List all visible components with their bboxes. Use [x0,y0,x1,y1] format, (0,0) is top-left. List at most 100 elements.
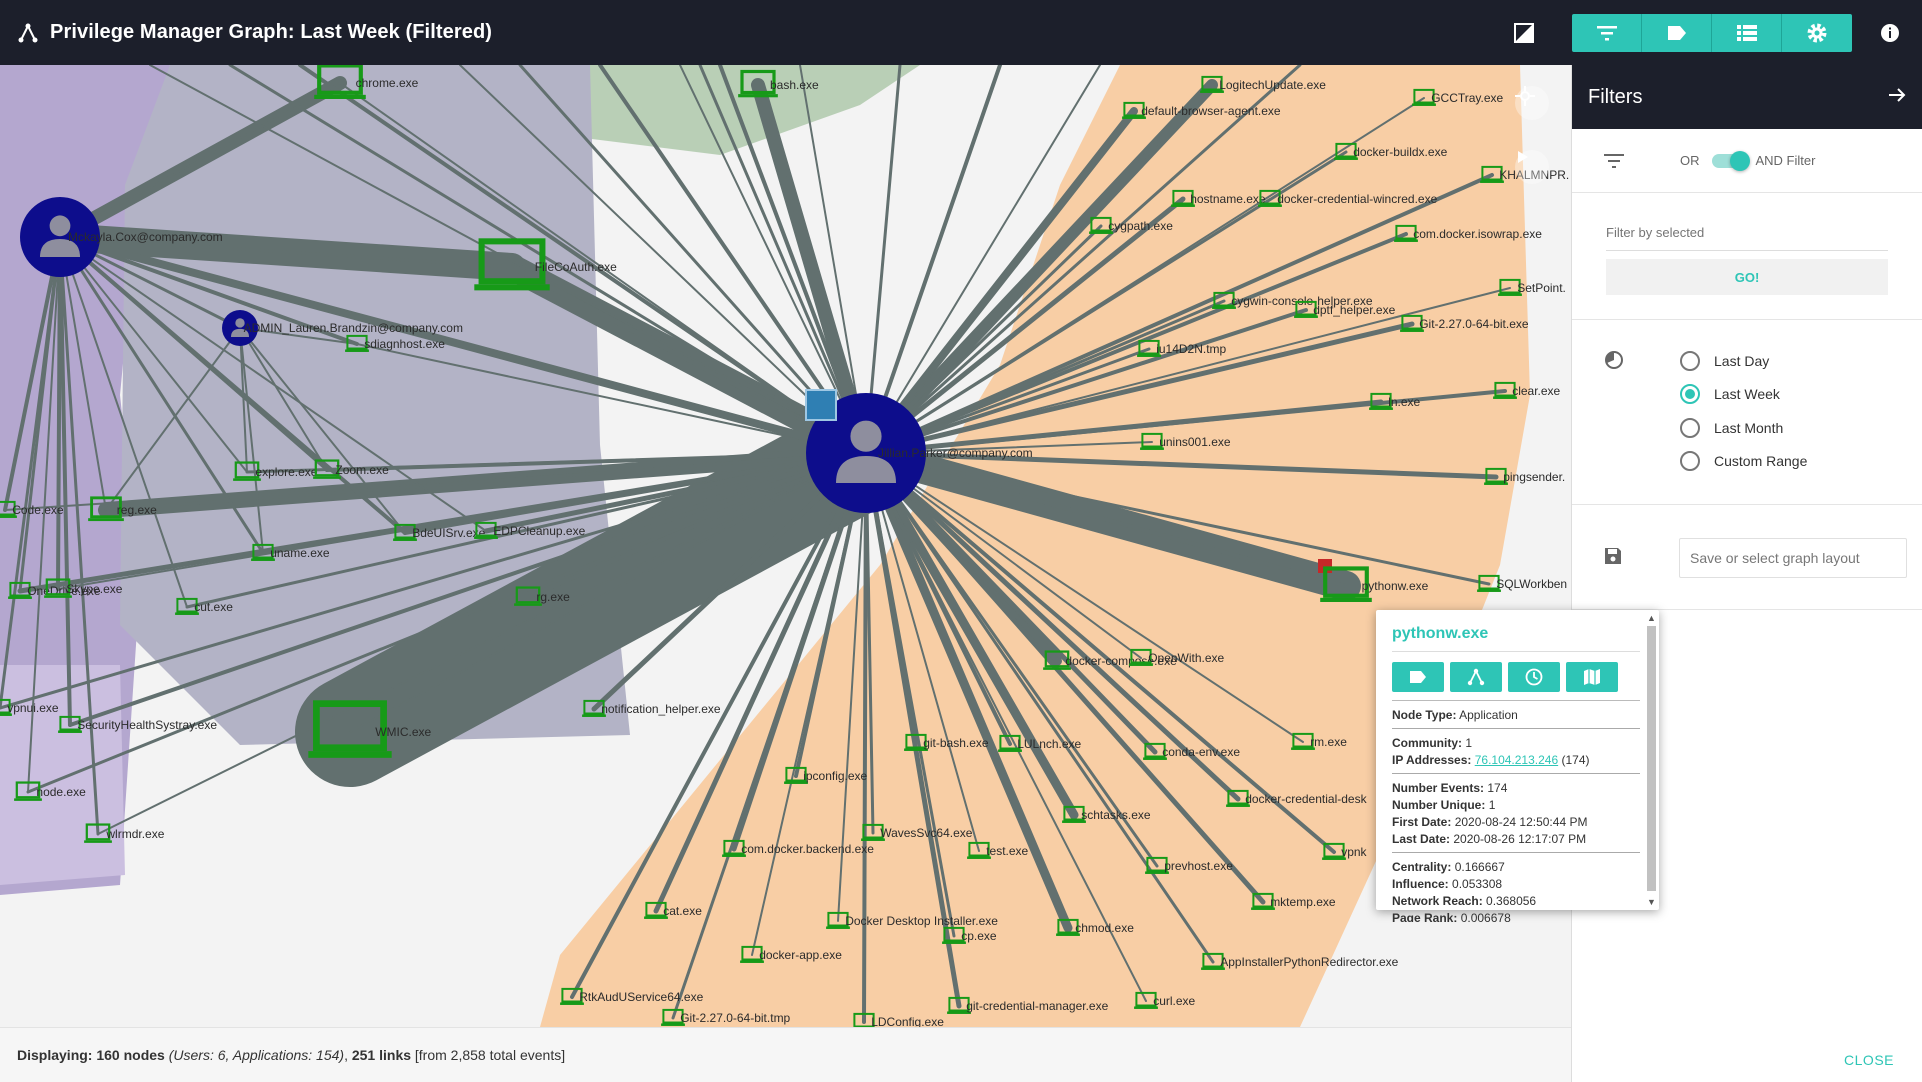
app-node-label: rg.exe [536,590,570,604]
app-node-label: curl.exe [1153,994,1195,1008]
popup-network-group: Community: 1 IP Addresses: 76.104.213.24… [1392,729,1640,774]
popup-scrollbar[interactable]: ▲ ▼ [1645,614,1657,907]
info-icon[interactable] [1870,13,1910,53]
close-button[interactable]: CLOSE [1844,1052,1894,1068]
app-node-label: OpenWith.exe [1148,651,1224,665]
app-node-label: SetPoint. [1517,281,1566,295]
popup-events-group: Number Events: 174 Number Unique: 1 Firs… [1392,774,1640,853]
influence-value: 0.053308 [1452,877,1503,891]
popup-map-button[interactable] [1566,662,1618,692]
save-icon [1604,547,1622,570]
graph-layout-select[interactable]: Save or select graph layout [1679,538,1907,578]
app-node[interactable]: SecurityHealthSystray.exe [58,715,217,733]
app-node-label: EDPCleanup.exe [493,524,585,538]
popup-tag-button[interactable] [1392,662,1444,692]
app-node-label: AppInstallerPythonRedirector.exe [1220,955,1398,969]
app-node-label: Skype.exe [66,582,122,596]
app-node-label: Git-2.27.0-64-bit.exe [1419,317,1529,331]
app-node[interactable]: RtkAudUService64.exe [560,987,704,1005]
app-node-label: cygpath.exe [1108,219,1173,233]
centrality-value: 0.166667 [1454,860,1505,874]
app-node-label: wlrmdr.exe [105,827,164,841]
app-node-label: com.docker.backend.exe [741,842,874,856]
app-node[interactable]: com.docker.backend.exe [722,839,874,857]
app-node-label: ln.exe [1388,395,1420,409]
graph-logo-icon [14,19,42,47]
app-node-label: vpnk [1341,845,1367,859]
app-node-label: git-bash.exe [923,736,989,750]
app-node[interactable]: LogitechUpdate.exe [1200,75,1326,93]
app-node[interactable]: com.docker.isowrap.exe [1394,224,1542,242]
status-nodes: 160 nodes [96,1047,165,1063]
user-node-label: ADMIN_Lauren.Brandzin@company.com [244,321,463,335]
app-node[interactable]: vpnui.exe [0,698,59,716]
app-node[interactable]: git-credential-manager.exe [947,996,1109,1014]
app-node[interactable]: docker-credential-wincred.exe [1258,189,1438,207]
toggle-and-label: AND Filter [1755,153,1816,168]
app-node-label: LULnch.exe [1017,737,1081,751]
app-node-label: prevhost.exe [1164,859,1233,873]
app-node-label: docker-credential-wincred.exe [1277,192,1437,206]
play-icon[interactable] [1515,150,1549,184]
page-title: Privilege Manager Graph: Last Week (Filt… [50,21,493,43]
app-node-label: reg.exe [117,503,157,517]
ip-address-link[interactable]: 76.104.213.246 [1475,753,1558,767]
radio-last-day[interactable]: Last Day [1680,344,1807,378]
go-button[interactable]: GO! [1606,259,1888,295]
app-node-label: cat.exe [663,904,702,918]
tag-button[interactable] [1642,13,1712,52]
app-node[interactable]: Git-2.27.0-64-bit.exe [1400,314,1529,332]
app-node-label: SecurityHealthSystray.exe [77,718,217,732]
tag-icon [1410,671,1426,683]
app-node-label: default-browser-agent.exe [1141,104,1281,118]
radio-button[interactable] [1680,417,1700,438]
contrast-icon[interactable] [1504,13,1544,53]
settings-icon [1807,23,1827,42]
collapse-arrow-icon[interactable] [1888,86,1906,109]
app-root: Privilege Manager Graph: Last Week (Filt… [0,0,1922,1082]
events-value: 174 [1487,781,1508,795]
tag-icon [1667,25,1686,40]
app-node[interactable]: AppInstallerPythonRedirector.exe [1201,952,1399,970]
filters-panel: Filters OR AND Filter GO! Last Day Last … [1571,65,1922,1082]
radio-last-week[interactable]: Last Week [1680,378,1807,412]
radio-button[interactable] [1680,451,1700,472]
recenter-icon[interactable] [1515,86,1549,120]
radio-custom-range[interactable]: Custom Range [1680,445,1807,479]
app-node[interactable]: Git-2.27.0-64-bit.tmp [661,1008,791,1026]
app-node-label: chmod.exe [1075,921,1134,935]
popup-history-button[interactable] [1508,662,1560,692]
app-node[interactable]: default-browser-agent.exe [1122,101,1281,119]
toggle-or-label: OR [1680,153,1700,168]
time-range-icon [1604,350,1624,375]
list-icon [1736,24,1757,41]
app-node-label: chrome.exe [356,76,419,90]
community-hull-purple-light [0,665,125,885]
radio-last-month[interactable]: Last Month [1680,411,1807,445]
app-node[interactable]: Docker Desktop Installer.exe [826,911,998,929]
radio-button[interactable] [1680,350,1700,371]
app-node-label: SQLWorkben [1496,577,1567,591]
settings-button[interactable] [1782,13,1852,52]
app-node-label: com.docker.isowrap.exe [1413,227,1542,241]
user-node-label: Jillian.Parker@company.com [878,446,1033,460]
filter-by-selected-input[interactable] [1606,215,1888,251]
app-node[interactable]: docker-credential-desk [1226,789,1368,807]
community-value: 1 [1465,736,1473,750]
popup-graph-button[interactable] [1450,662,1502,692]
app-node-label: hostname.exe [1190,192,1266,206]
and-or-toggle[interactable] [1711,150,1750,171]
list-button[interactable] [1712,13,1782,52]
radio-button-selected[interactable] [1680,384,1700,405]
filter-button[interactable] [1572,13,1642,52]
app-node-label: WMIC.exe [375,725,431,739]
clock-icon [1525,668,1543,686]
status-breakdown: (Users: 6, Applications: 154) [168,1047,345,1063]
app-node[interactable]: notification_helper.exe [582,699,721,717]
app-node-label: clear.exe [1512,384,1560,398]
field-key: Community: [1392,736,1462,750]
app-node-label: WavesSvc64.exe [880,826,973,840]
filters-header: Filters [1572,65,1922,129]
graph-canvas[interactable]: Mckayla.Cox@company.com ADMIN_Lauren.Bran… [0,65,1571,1027]
popup-actions [1392,652,1640,701]
